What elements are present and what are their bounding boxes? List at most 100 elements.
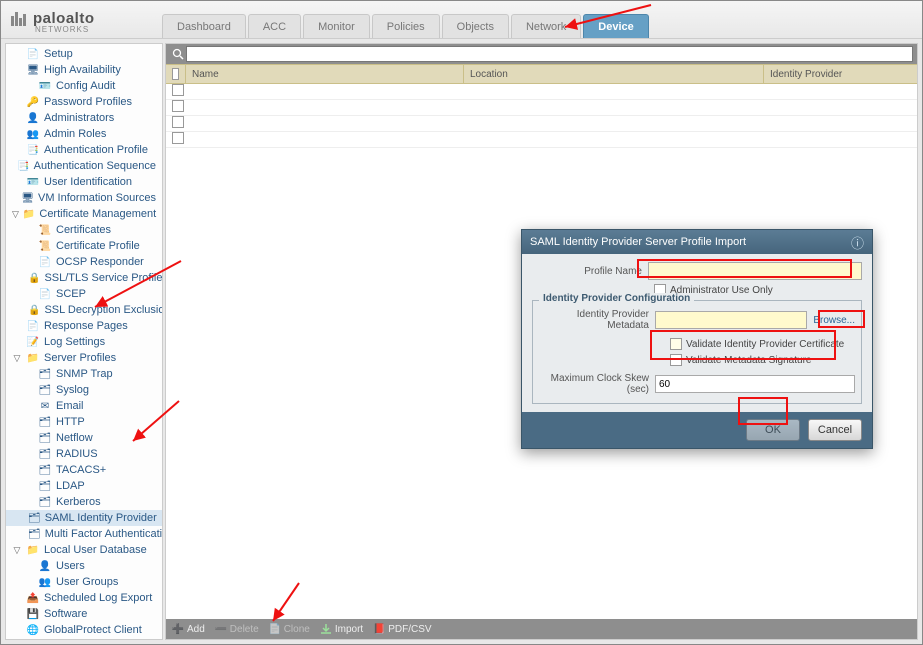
- sidebar-item-setup[interactable]: 📄Setup: [6, 46, 162, 62]
- clone-icon: 📄: [269, 623, 281, 635]
- validate-sig-checkbox[interactable]: [670, 354, 682, 366]
- add-button[interactable]: ➕Add: [172, 623, 205, 635]
- sidebar-item-authentication-profile[interactable]: 📑Authentication Profile: [6, 142, 162, 158]
- sidebar-item-tacacs-[interactable]: 🗂TACACS+: [6, 462, 162, 478]
- sidebar-item-multi-factor-authentication[interactable]: 🗂Multi Factor Authentication: [6, 526, 162, 542]
- sidebar-item-radius[interactable]: 🗂RADIUS: [6, 446, 162, 462]
- sidebar-item-snmp-trap[interactable]: 🗂SNMP Trap: [6, 366, 162, 382]
- sidebar-item-user-identification[interactable]: 🪪User Identification: [6, 174, 162, 190]
- sidebar-item-http[interactable]: 🗂HTTP: [6, 414, 162, 430]
- sidebar-item-certificates[interactable]: 📜Certificates: [6, 222, 162, 238]
- sidebar-item-users[interactable]: 👤Users: [6, 558, 162, 574]
- sidebar-item-administrators[interactable]: 👤Administrators: [6, 110, 162, 126]
- delete-button[interactable]: ➖Delete: [215, 623, 259, 635]
- sidebar-item-admin-roles[interactable]: 👥 Admin Roles: [6, 126, 162, 142]
- search-input[interactable]: [186, 46, 913, 62]
- profile-name-input[interactable]: [648, 262, 862, 280]
- clock-skew-input[interactable]: [655, 375, 855, 393]
- sidebar-item-certificate-management[interactable]: ▽📁Certificate Management: [6, 206, 162, 222]
- sidebar-item-ocsp-responder[interactable]: 📄OCSP Responder: [6, 254, 162, 270]
- tree-item-label: Local User Database: [44, 544, 147, 556]
- col-idp[interactable]: Identity Provider: [764, 65, 917, 83]
- add-icon: ➕: [172, 623, 184, 635]
- validate-cert-checkbox[interactable]: [670, 338, 682, 350]
- browse-link[interactable]: Browse...: [813, 315, 855, 326]
- sidebar-item-certificate-profile[interactable]: 📜Certificate Profile: [6, 238, 162, 254]
- sidebar-item-ssl-tls-service-profile[interactable]: 🔒SSL/TLS Service Profile: [6, 270, 162, 286]
- table-row[interactable]: [166, 132, 917, 148]
- sidebar-item-server-profiles[interactable]: ▽📁Server Profiles: [6, 350, 162, 366]
- tree-item-icon: 🌐: [26, 623, 40, 637]
- sidebar-item-saml-identity-provider[interactable]: 🗂SAML Identity Provider: [6, 510, 162, 526]
- sidebar-item-syslog[interactable]: 🗂Syslog: [6, 382, 162, 398]
- bottom-toolbar: ➕Add ➖Delete 📄Clone Import 📕PDF/CSV: [166, 619, 917, 639]
- cancel-button[interactable]: Cancel: [808, 419, 862, 441]
- sidebar-tree[interactable]: 📄Setup🖥High Availability🪪Config Audit🔑Pa…: [5, 43, 163, 640]
- idp-metadata-input[interactable]: [655, 311, 807, 329]
- sidebar-item-authentication-sequence[interactable]: 📑Authentication Sequence: [6, 158, 162, 174]
- dialog-title-bar[interactable]: SAML Identity Provider Server Profile Im…: [522, 230, 872, 254]
- ok-button[interactable]: OK: [746, 419, 800, 441]
- tab-monitor[interactable]: Monitor: [303, 14, 370, 38]
- col-location[interactable]: Location: [464, 65, 764, 83]
- sidebar-item-config-audit[interactable]: 🪪Config Audit: [6, 78, 162, 94]
- sidebar-item-password-profiles[interactable]: 🔑Password Profiles: [6, 94, 162, 110]
- sidebar-item-kerberos[interactable]: 🗂Kerberos: [6, 494, 162, 510]
- sidebar-item-dynamic-updates[interactable]: 🔄Dynamic Updates: [6, 638, 162, 640]
- search-bar: [166, 44, 917, 64]
- tab-acc[interactable]: ACC: [248, 14, 301, 38]
- select-all-checkbox[interactable]: [166, 65, 186, 83]
- tree-item-label: Certificate Profile: [56, 240, 140, 252]
- sidebar-item-local-user-database[interactable]: ▽📁Local User Database: [6, 542, 162, 558]
- sidebar-item-email[interactable]: ✉Email: [6, 398, 162, 414]
- tree-item-label: VM Information Sources: [38, 192, 156, 204]
- tab-dashboard[interactable]: Dashboard: [162, 14, 246, 38]
- sidebar-item-user-groups[interactable]: 👥User Groups: [6, 574, 162, 590]
- row-checkbox[interactable]: [166, 84, 186, 99]
- sidebar-item-scep[interactable]: 📄SCEP: [6, 286, 162, 302]
- row-checkbox[interactable]: [166, 116, 186, 131]
- tree-item-label: OCSP Responder: [56, 256, 144, 268]
- tab-objects[interactable]: Objects: [442, 14, 509, 38]
- row-checkbox[interactable]: [166, 132, 186, 147]
- tree-item-icon: 📄: [26, 319, 40, 333]
- tree-item-label: Syslog: [56, 384, 89, 396]
- sidebar-item-netflow[interactable]: 🗂Netflow: [6, 430, 162, 446]
- pdfcsv-button[interactable]: 📕PDF/CSV: [373, 623, 431, 635]
- sidebar-item-software[interactable]: 💾Software: [6, 606, 162, 622]
- tree-item-icon: 👥: [38, 575, 52, 589]
- col-name[interactable]: Name: [186, 65, 464, 83]
- table-row[interactable]: [166, 100, 917, 116]
- sidebar-item-ldap[interactable]: 🗂LDAP: [6, 478, 162, 494]
- tree-item-label: Log Settings: [44, 336, 105, 348]
- sidebar-item-globalprotect-client[interactable]: 🌐 GlobalProtect Client: [6, 622, 162, 638]
- sidebar-item-scheduled-log-export[interactable]: 📤Scheduled Log Export: [6, 590, 162, 606]
- tree-toggle-icon: ▽: [12, 353, 22, 364]
- dialog-title: SAML Identity Provider Server Profile Im…: [530, 236, 746, 248]
- tree-item-label: Response Pages: [44, 320, 128, 332]
- search-icon[interactable]: [170, 46, 186, 62]
- sidebar-item-ssl-decryption-exclusion[interactable]: 🔒SSL Decryption Exclusion: [6, 302, 162, 318]
- idp-config-fieldset: Identity Provider Configuration Identity…: [532, 300, 862, 404]
- tree-item-label: GlobalProtect Client: [44, 624, 142, 636]
- sidebar-item-high-availability[interactable]: 🖥High Availability: [6, 62, 162, 78]
- header: paloalto NETWORKS DashboardACCMonitorPol…: [1, 1, 922, 39]
- sidebar-item-vm-information-sources[interactable]: 🖥VM Information Sources: [6, 190, 162, 206]
- tree-item-icon: 🔒: [28, 303, 40, 317]
- sidebar-item-response-pages[interactable]: 📄 Response Pages: [6, 318, 162, 334]
- sidebar-item-log-settings[interactable]: 📝Log Settings: [6, 334, 162, 350]
- delete-icon: ➖: [215, 623, 227, 635]
- tree-item-label: Admin Roles: [44, 128, 106, 140]
- tab-policies[interactable]: Policies: [372, 14, 440, 38]
- tab-device[interactable]: Device: [583, 14, 648, 38]
- table-row[interactable]: [166, 84, 917, 100]
- clone-button[interactable]: 📄Clone: [269, 623, 310, 635]
- tree-item-icon: 👥: [26, 127, 40, 141]
- tab-network[interactable]: Network: [511, 14, 581, 38]
- row-checkbox[interactable]: [166, 100, 186, 115]
- import-button[interactable]: Import: [320, 623, 363, 635]
- tree-item-label: Kerberos: [56, 496, 101, 508]
- import-icon: [320, 623, 332, 635]
- help-icon[interactable]: ⓘ: [851, 233, 864, 252]
- table-row[interactable]: [166, 116, 917, 132]
